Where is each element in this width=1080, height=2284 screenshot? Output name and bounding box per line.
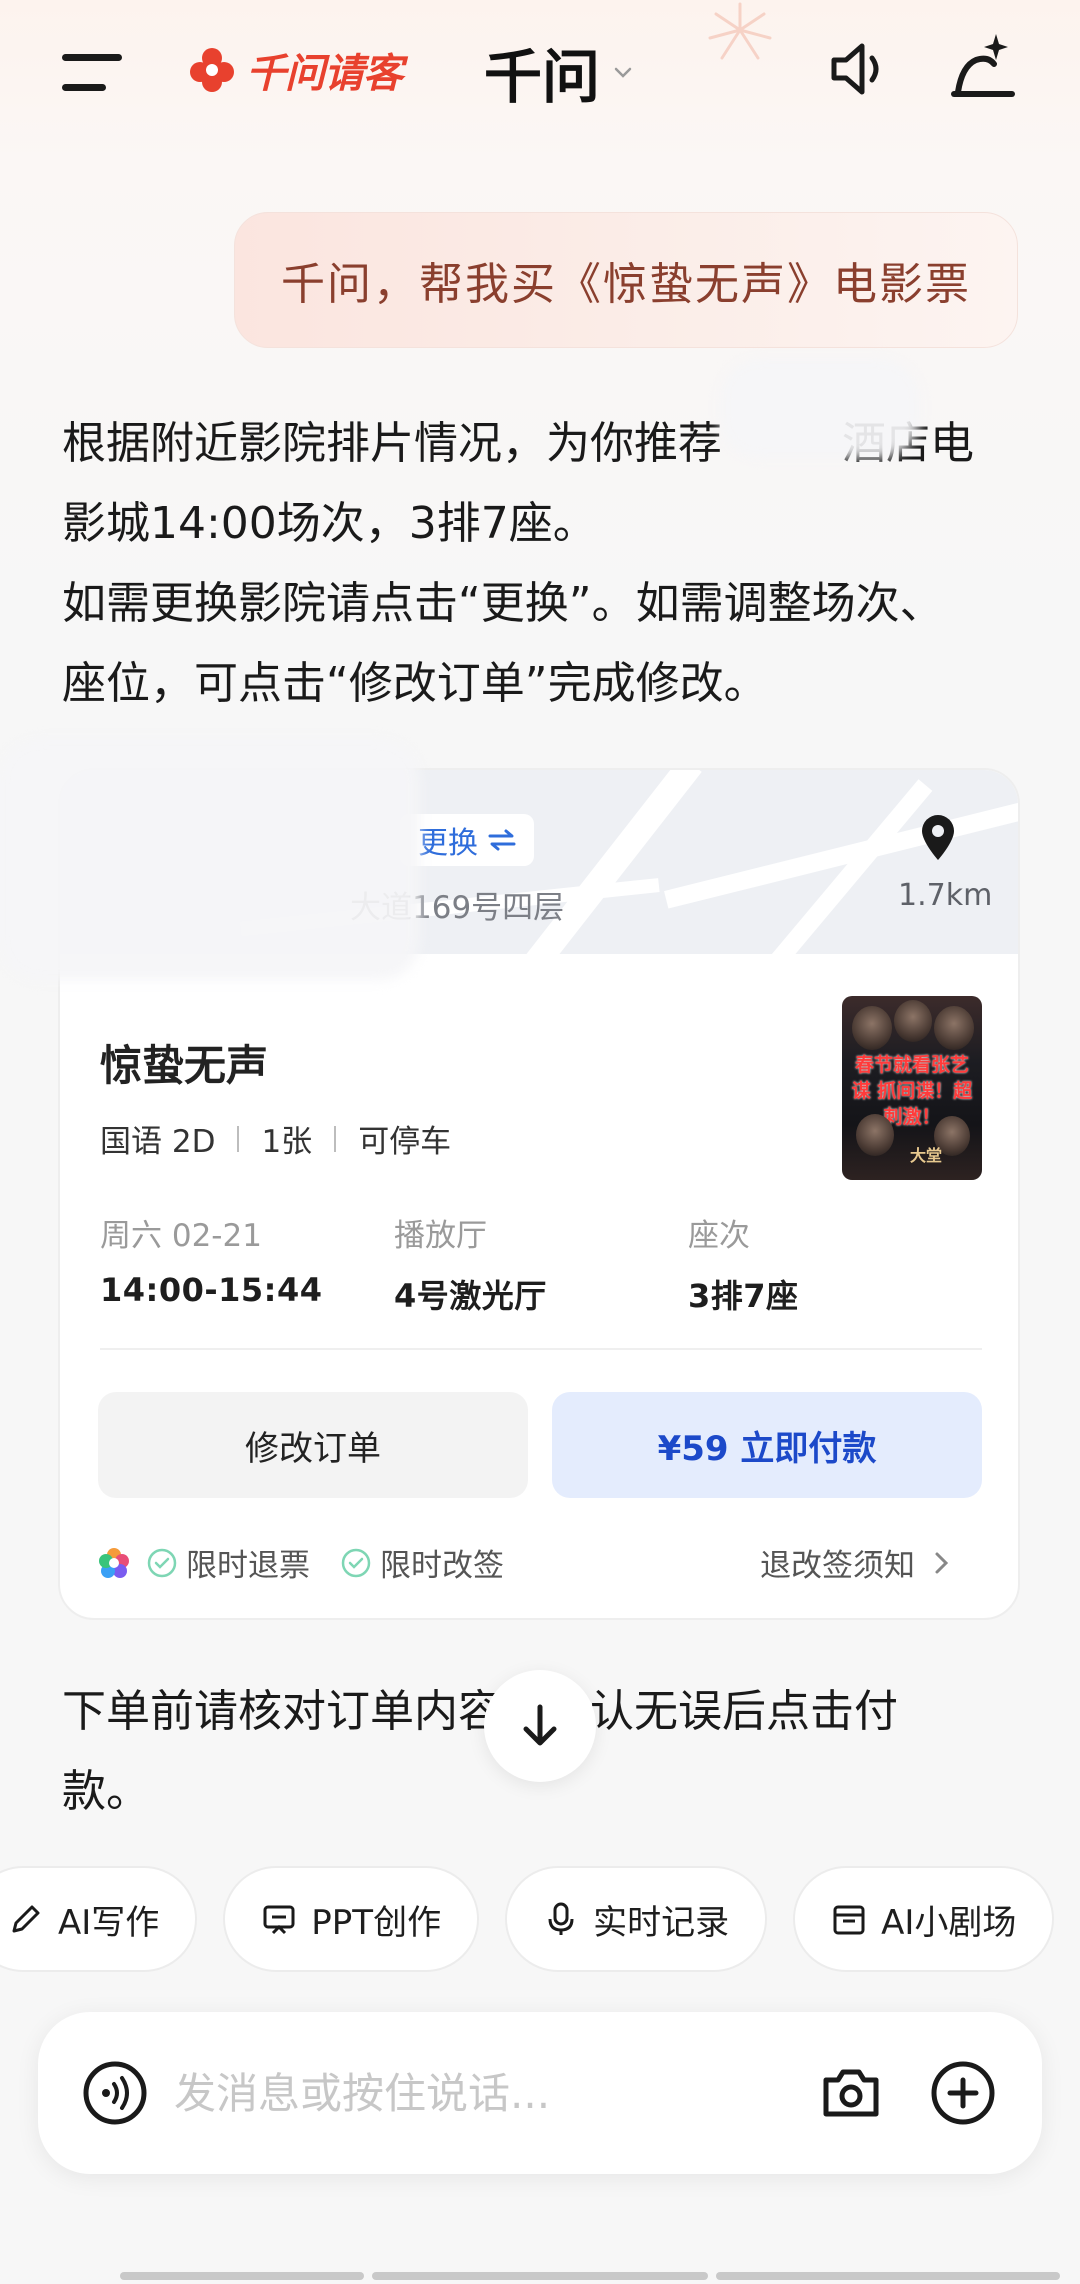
chip-ai-theater[interactable]: AI小剧场 (793, 1866, 1055, 1972)
voice-mode-icon[interactable] (82, 2060, 148, 2126)
chip-ai-writing[interactable]: AI写作 (0, 1866, 198, 1972)
home-indicator (372, 2272, 708, 2280)
seat-info: 座次 3排7座 (688, 1210, 799, 1317)
card-divider (100, 1348, 982, 1350)
reply-line-4: 座位，可点击“修改订单”完成修改。 (62, 658, 768, 709)
show-time: 14:00-15:44 (100, 1271, 323, 1309)
chip-ppt-creation[interactable]: PPT创作 (223, 1866, 480, 1972)
guarantee-reschedule: 限时改签 (340, 1540, 504, 1585)
hall-value: 4号激光厅 (394, 1277, 547, 1315)
partner-logo-icon (99, 1547, 129, 1578)
presentation-icon (263, 1905, 295, 1935)
model-selector[interactable]: 千问 (484, 32, 634, 112)
chip-live-recording[interactable]: 实时记录 (505, 1866, 768, 1972)
user-message-bubble: 千问，帮我买《惊蛰无声》电影票 (234, 212, 1018, 348)
hall-info: 播放厅 4号激光厅 (394, 1210, 547, 1317)
swap-icon (488, 829, 516, 851)
seat-label: 座次 (688, 1218, 750, 1254)
tag-language: 国语 2D (100, 1124, 216, 1160)
brand-logo[interactable]: 千问请客 (186, 40, 403, 100)
brand-flower-icon (190, 48, 234, 92)
showtime-info: 周六 02-21 14:00-15:44 (100, 1210, 323, 1309)
movie-tags: 国语 2D 1张 可停车 (100, 1116, 451, 1161)
tag-parking: 可停车 (358, 1124, 452, 1160)
redaction-blur (0, 740, 420, 980)
redaction-blur (720, 358, 920, 458)
speaker-icon[interactable] (826, 36, 892, 102)
theater-icon (833, 1905, 865, 1935)
check-circle-icon (341, 1548, 371, 1577)
change-cinema-button[interactable]: 更换 (400, 814, 534, 866)
guarantee-refund: 限时退票 (146, 1540, 310, 1585)
chevron-right-icon (935, 1552, 949, 1573)
chevron-down-icon (614, 67, 632, 78)
plus-circle-icon[interactable] (930, 2060, 996, 2126)
home-indicator (716, 2272, 1060, 2280)
menu-icon[interactable] (62, 50, 128, 94)
scroll-to-bottom-button[interactable] (484, 1670, 596, 1782)
microphone-icon (548, 1902, 574, 1935)
hall-label: 播放厅 (394, 1218, 487, 1254)
pen-icon (12, 1905, 40, 1933)
message-input[interactable] (174, 2056, 694, 2130)
reply-line-3: 如需更换影院请点击“更换”。如需调整场次、 (62, 578, 944, 629)
message-composer (38, 2012, 1042, 2174)
brand-label: 千问请客 (246, 51, 403, 97)
app-header: 千问请客 千问 (0, 0, 1080, 150)
ticket-guarantees: 限时退票 限时改签 (96, 1540, 534, 1585)
movie-title: 惊蛰无声 (100, 1041, 269, 1090)
check-circle-icon (147, 1548, 177, 1577)
movie-poster[interactable]: 春节就看张艺谋 抓间谍！超刺激！ 大堂 (842, 996, 982, 1180)
modify-order-button[interactable]: 修改订单 (98, 1392, 528, 1498)
seat-value: 3排7座 (688, 1277, 799, 1315)
user-message-text: 千问，帮我买《惊蛰无声》电影票 (281, 259, 971, 310)
quick-action-chips: AI写作 PPT创作 实时记录 AI小剧场 (0, 1866, 1055, 1972)
location-pin-icon (922, 815, 954, 860)
tag-ticket-count: 1张 (261, 1124, 313, 1160)
reply-line-2: 影城14:00场次，3排7座。 (62, 498, 597, 549)
camera-icon[interactable] (820, 2064, 882, 2120)
firework-decoration-icon (708, 2, 772, 60)
cinema-distance: 1.7km (898, 878, 993, 913)
page-title: 千问 (484, 43, 601, 111)
arrow-down-icon (523, 1704, 557, 1746)
pay-now-button[interactable]: ¥59 立即付款 (552, 1392, 982, 1498)
new-chat-sparkle-icon[interactable] (948, 30, 1018, 102)
refund-policy-link[interactable]: 退改签须知 (760, 1540, 953, 1585)
show-date: 周六 02-21 (100, 1218, 262, 1254)
poster-logo-text: 大堂 (910, 1146, 943, 1165)
home-indicator (120, 2272, 364, 2280)
